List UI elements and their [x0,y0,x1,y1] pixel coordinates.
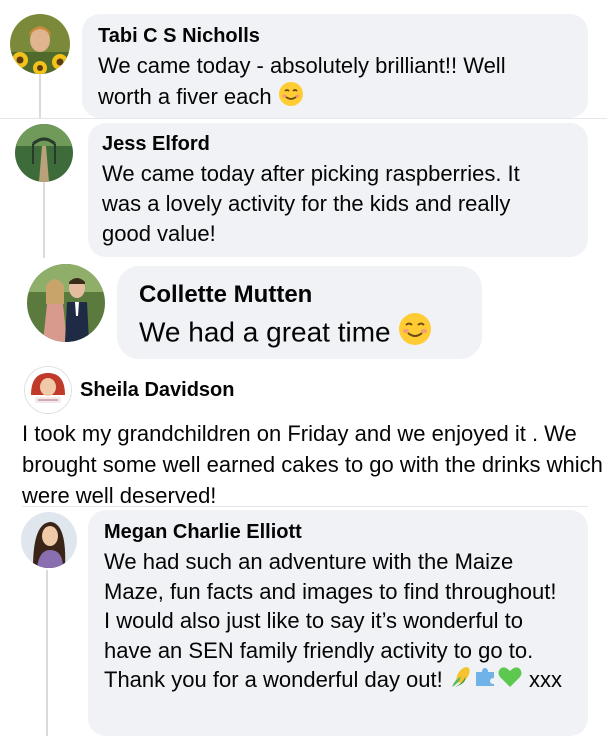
comment-author[interactable]: Jess Elford [102,132,574,156]
avatar-photo-woman [21,512,77,568]
comment-bubble[interactable]: Jess Elford We came today after picking … [88,123,588,257]
avatar-photo-sunflowers [10,14,70,74]
comment-text: We came today after picking raspberries.… [102,161,520,246]
comment-bubble[interactable]: Megan Charlie Elliott We had such an adv… [88,510,588,736]
avatar-photo-couple [27,264,105,342]
comment-author[interactable]: Sheila Davidson [80,378,235,402]
comment-divider [0,118,607,119]
reply-thread-line [43,182,45,258]
puzzle-piece-icon [473,665,497,697]
comment-author[interactable]: Megan Charlie Elliott [104,520,572,544]
avatar-photo-portrait [25,367,71,413]
blushing-face-icon [398,312,432,356]
comment-text: I took my grandchildren on Friday and we… [22,421,603,508]
avatar[interactable] [24,366,72,414]
comment-author[interactable]: Collette Mutten [139,280,460,310]
comment-text: We had a great time [139,312,460,356]
avatar[interactable] [10,14,70,74]
avatar-photo-bridge [15,124,73,182]
comment-author[interactable]: Tabi C S Nicholls [98,24,572,48]
comment-text-suffix: xxx [529,667,563,692]
reply-thread-line [39,74,41,118]
smiling-face-icon [278,81,304,115]
green-heart-icon [497,665,523,697]
avatar[interactable] [21,512,77,568]
comment-text: We had such an adventure with the Maize … [104,547,564,697]
avatar[interactable] [15,124,73,182]
comment-bubble[interactable]: Tabi C S Nicholls We came today - absolu… [82,14,588,118]
corn-icon [449,665,473,697]
comment-text-body: We had a great time [139,316,391,348]
comment-divider [22,506,588,507]
reply-thread-line [46,570,48,736]
comment-bubble[interactable]: Collette Mutten We had a great time [117,266,482,359]
comment-text: We came today - absolutely brilliant!! W… [98,51,553,115]
avatar[interactable] [27,264,105,342]
